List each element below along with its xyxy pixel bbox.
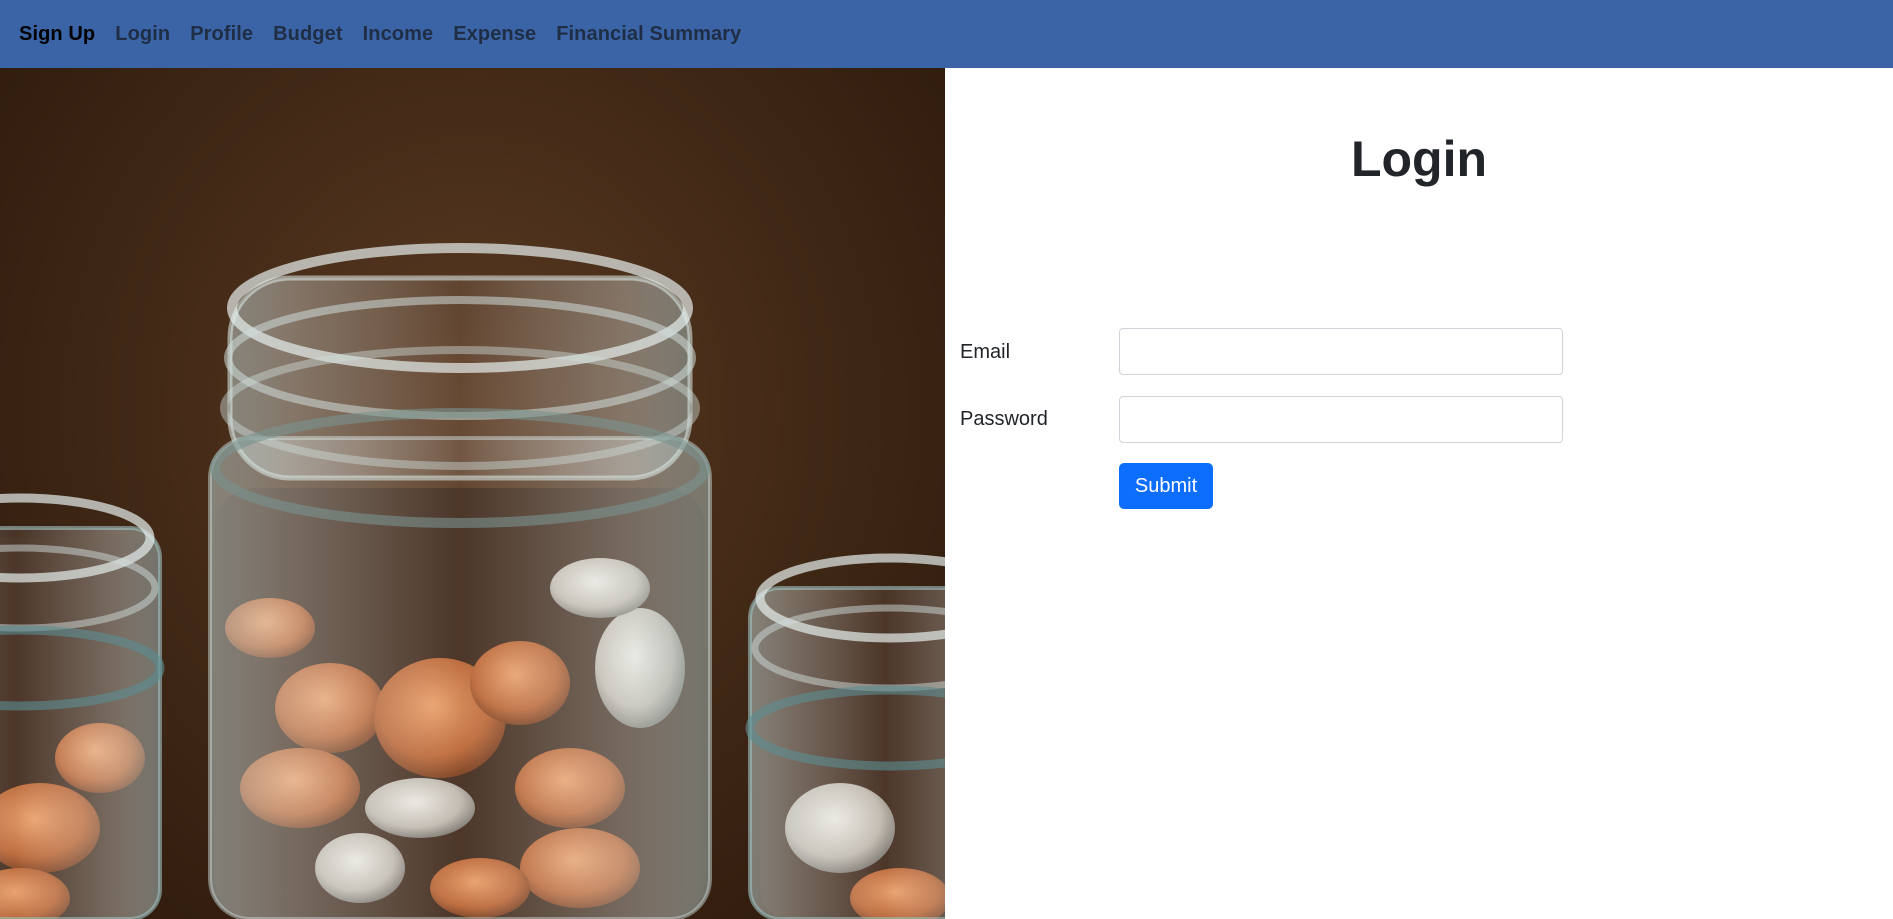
center-jar <box>208 243 712 919</box>
submit-button[interactable]: Submit <box>1119 463 1213 509</box>
nav-link-expense[interactable]: Expense <box>453 23 536 46</box>
left-jar <box>0 493 165 919</box>
login-title-text: Login <box>1350 131 1488 187</box>
nav-link-income[interactable]: Income <box>363 23 434 46</box>
email-label: Email <box>960 341 1011 363</box>
login-panel: Login Email Password Submit <box>945 68 1893 919</box>
page-title: Login <box>945 130 1893 188</box>
nav-link-profile[interactable]: Profile <box>190 23 253 46</box>
password-field[interactable] <box>1119 396 1563 443</box>
coin-jars-image <box>0 68 945 919</box>
nav-link-login[interactable]: Login <box>115 23 170 46</box>
right-jar <box>745 553 945 919</box>
nav-link-sign-up[interactable]: Sign Up <box>19 23 95 46</box>
top-navbar: Sign Up Login Profile Budget Income Expe… <box>0 0 1893 68</box>
nav-link-financial-summary[interactable]: Financial Summary <box>556 23 741 46</box>
email-field[interactable] <box>1119 328 1563 375</box>
password-label: Password <box>960 408 1048 430</box>
coin-jars-illustration <box>0 243 945 919</box>
nav-link-budget[interactable]: Budget <box>273 23 342 46</box>
